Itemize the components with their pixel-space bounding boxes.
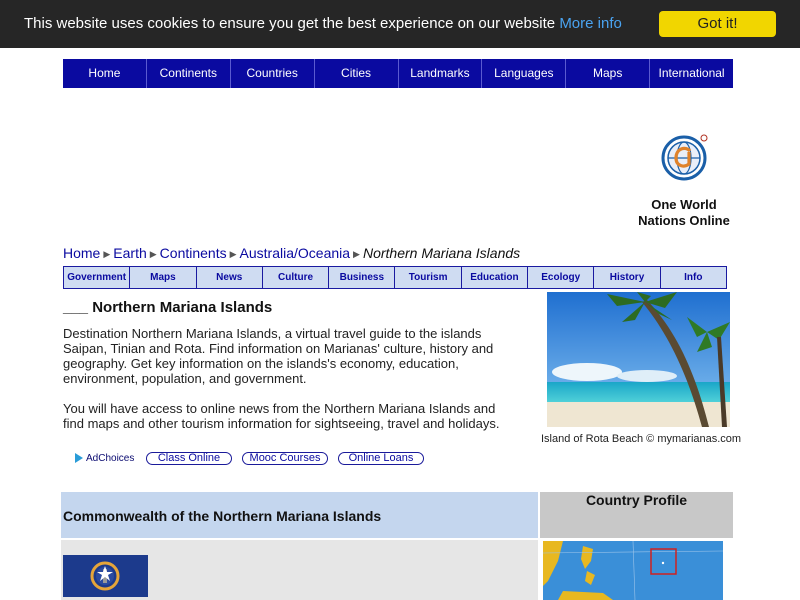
nav-continents[interactable]: Continents xyxy=(147,59,231,88)
cookie-message: This website uses cookies to ensure you … xyxy=(24,15,622,32)
ad-link-online-loans[interactable]: Online Loans xyxy=(338,452,424,465)
nav-countries[interactable]: Countries xyxy=(231,59,315,88)
subnav-news[interactable]: News xyxy=(197,267,263,288)
logo-line-1: One World xyxy=(651,197,717,212)
subnav-history[interactable]: History xyxy=(594,267,661,288)
breadcrumb-earth[interactable]: Earth xyxy=(113,245,146,261)
nav-international[interactable]: International xyxy=(650,59,733,88)
logo-title: One World Nations Online xyxy=(620,197,748,229)
nav-maps[interactable]: Maps xyxy=(566,59,651,88)
adchoices-icon xyxy=(75,453,83,464)
breadcrumb-home[interactable]: Home xyxy=(63,245,100,261)
breadcrumb-arrow-icon: ▶ xyxy=(353,249,360,259)
sub-navigation: Government Maps News Culture Business To… xyxy=(63,266,727,289)
nav-languages[interactable]: Languages xyxy=(482,59,567,88)
nav-cities[interactable]: Cities xyxy=(315,59,399,88)
logo-line-2: Nations Online xyxy=(638,213,730,228)
subnav-tourism[interactable]: Tourism xyxy=(395,267,462,288)
subnav-government[interactable]: Government xyxy=(64,267,131,288)
official-name: Commonwealth of the Northern Mariana Isl… xyxy=(63,508,382,524)
ad-link-class-online[interactable]: Class Online xyxy=(146,452,232,465)
country-profile-header: Country Profile xyxy=(540,492,733,538)
breadcrumb-arrow-icon: ▶ xyxy=(229,249,237,259)
cookie-more-info-link[interactable]: More info xyxy=(559,15,622,32)
page-title: ___ Northern Mariana Islands xyxy=(63,299,273,316)
subnav-education[interactable]: Education xyxy=(462,267,529,288)
subnav-maps[interactable]: Maps xyxy=(130,267,197,288)
subnav-ecology[interactable]: Ecology xyxy=(528,267,595,288)
subnav-business[interactable]: Business xyxy=(329,267,396,288)
breadcrumb-continents[interactable]: Continents xyxy=(160,245,227,261)
breadcrumb-current: Northern Mariana Islands xyxy=(362,245,521,261)
top-navigation: Home Continents Countries Cities Landmar… xyxy=(63,59,733,88)
official-name-header: Commonwealth of the Northern Mariana Isl… xyxy=(61,492,538,538)
location-map[interactable] xyxy=(543,541,723,600)
photo-caption: Island of Rota Beach © mymarianas.com xyxy=(541,433,742,445)
subnav-culture[interactable]: Culture xyxy=(263,267,330,288)
nav-home[interactable]: Home xyxy=(63,59,147,88)
intro-paragraph: Destination Northern Mariana Islands, a … xyxy=(63,326,494,386)
breadcrumb: Home ▶ Earth ▶ Continents ▶ Australia/Oceania ▶… xyxy=(63,245,520,261)
subnav-info[interactable]: Info xyxy=(661,267,726,288)
access-paragraph: You will have access to online news from… xyxy=(63,401,500,431)
cookie-text: This website uses cookies to ensure you … xyxy=(24,15,556,32)
breadcrumb-arrow-icon: ▶ xyxy=(103,249,111,259)
country-profile-title: Country Profile xyxy=(585,492,688,508)
northern-mariana-flag-icon xyxy=(63,555,148,597)
breadcrumb-australia-oceania[interactable]: Australia/Oceania xyxy=(240,245,351,261)
nav-landmarks[interactable]: Landmarks xyxy=(399,59,483,88)
rota-beach-photo xyxy=(547,292,730,427)
cookie-accept-button[interactable]: Got it! xyxy=(659,11,776,37)
one-world-logo-icon[interactable] xyxy=(660,134,708,182)
adchoices-label: AdChoices xyxy=(86,453,135,464)
breadcrumb-arrow-icon: ▶ xyxy=(149,249,157,259)
ad-link-mooc-courses[interactable]: Mooc Courses xyxy=(242,452,328,465)
cookie-banner: This website uses cookies to ensure you … xyxy=(0,0,800,48)
adchoices-link[interactable]: AdChoices xyxy=(75,453,134,464)
